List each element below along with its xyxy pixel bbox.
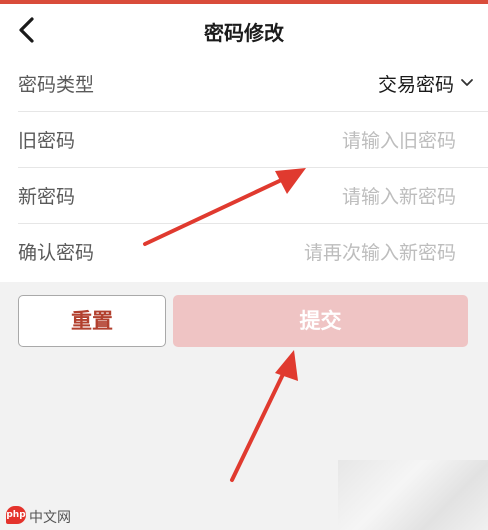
password-type-row[interactable]: 密码类型 交易密码 (0, 56, 488, 112)
arrow-to-submit-icon (230, 350, 298, 482)
confirm-password-input[interactable]: 请再次输入新密码 (304, 238, 456, 265)
password-form: 密码类型 交易密码 旧密码 请输入旧密码 新密码 请输入新密码 确认密码 请再次… (0, 56, 488, 282)
watermark-text: 中文网 (29, 509, 71, 525)
password-type-label: 密码类型 (18, 74, 95, 96)
old-password-label: 旧密码 (18, 130, 76, 152)
password-type-select[interactable]: 交易密码 (378, 70, 454, 97)
php-logo-icon: php (6, 506, 26, 524)
new-password-label: 新密码 (18, 186, 76, 208)
page-title: 密码修改 (204, 21, 284, 45)
old-password-row: 旧密码 请输入旧密码 (0, 112, 488, 168)
confirm-password-row: 确认密码 请再次输入新密码 (0, 224, 488, 280)
submit-button[interactable]: 提交 (173, 295, 468, 347)
chevron-down-icon[interactable] (460, 78, 474, 88)
blurred-watermark-area (338, 460, 488, 530)
new-password-row: 新密码 请输入新密码 (0, 168, 488, 224)
old-password-input[interactable]: 请输入旧密码 (342, 126, 456, 153)
nav-bar: 密码修改 (0, 4, 488, 56)
confirm-password-label: 确认密码 (18, 242, 95, 264)
new-password-input[interactable]: 请输入新密码 (342, 182, 456, 209)
reset-button[interactable]: 重置 (18, 295, 166, 347)
